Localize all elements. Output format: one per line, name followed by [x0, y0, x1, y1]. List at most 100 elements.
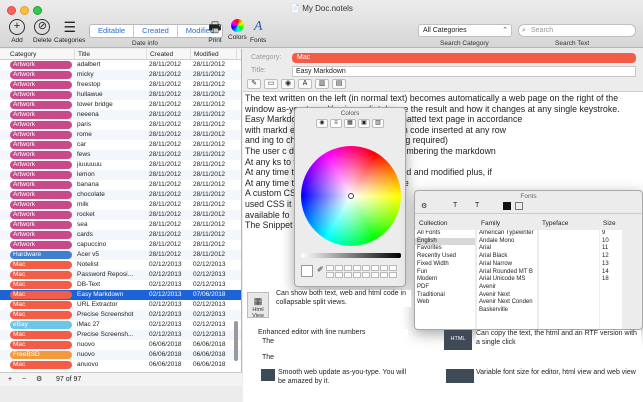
table-row[interactable]: Artwork cards 28/11/2012 28/11/2012	[0, 230, 241, 240]
table-row[interactable]: Artwork micky 28/11/2012 28/11/2012	[0, 70, 241, 80]
collection-item[interactable]: PDF	[415, 284, 475, 292]
familie-item[interactable]: Arial Rounded MT B	[477, 269, 537, 277]
familie-item[interactable]: Avenir Next	[477, 292, 537, 300]
size-item[interactable]: 12	[600, 253, 622, 261]
color-swatch-grid[interactable]	[326, 265, 397, 278]
typeface-list[interactable]	[539, 230, 599, 329]
collection-item[interactable]: Fixed Width	[415, 261, 475, 269]
collection-item[interactable]: Fun	[415, 269, 475, 277]
size-item[interactable]: 18	[600, 276, 622, 284]
gear-icon[interactable]: ⚙	[36, 373, 42, 386]
add-button[interactable]: + Add	[9, 19, 25, 44]
columns-icon[interactable]: ▤	[332, 79, 346, 89]
table-row[interactable]: eBay iMac 27 02/12/2013 02/12/2013	[0, 320, 241, 330]
category-field[interactable]: Mac	[292, 53, 636, 63]
segment-editable[interactable]: Editable	[90, 25, 135, 37]
familie-item[interactable]: Avenir	[477, 284, 537, 292]
table-row[interactable]: Artwork jiuuuuuu 28/11/2012 28/11/2012	[0, 160, 241, 170]
strikethrough-icon[interactable]: T	[475, 202, 479, 209]
table-row[interactable]: Mac Precise Screenshot 02/12/2013 02/12/201…	[0, 310, 241, 320]
table-row[interactable]: Artwork rome 28/11/2012 28/11/2012	[0, 130, 241, 140]
familie-item[interactable]: Baskerville	[477, 307, 537, 315]
add-row-button[interactable]: +	[8, 373, 12, 386]
header-created[interactable]: Created	[147, 49, 191, 59]
familie-item[interactable]: Arial Unicode MS	[477, 276, 537, 284]
collection-item[interactable]: Modern	[415, 276, 475, 284]
size-item[interactable]: 10	[600, 238, 622, 246]
collection-item[interactable]: Recently Used	[415, 253, 475, 261]
table-row[interactable]: Artwork paris 28/11/2012 28/11/2012	[0, 120, 241, 130]
header-modified[interactable]: Modified	[191, 49, 237, 59]
table-row[interactable]: Mac DB-Text 02/12/2013 02/12/2013	[0, 280, 241, 290]
text-color-icon[interactable]	[503, 202, 511, 210]
date-segmented-control[interactable]: Editable Created Modified	[89, 24, 224, 38]
familie-item[interactable]: Avenir Next Conden	[477, 299, 537, 307]
table-row[interactable]: Mac Password Reposi... 02/12/2013 02/12/201…	[0, 270, 241, 280]
color-wheel[interactable]	[301, 146, 401, 246]
table-row[interactable]: Mac nuovo 06/06/2018 06/06/2018	[0, 340, 241, 350]
pencil-icon[interactable]: ✎	[247, 79, 261, 89]
family-list[interactable]: American Typewriter Andale Mono Arial Arial…	[477, 230, 537, 329]
collection-item[interactable]: English	[415, 237, 475, 246]
print-button[interactable]: 🖶 Print	[207, 19, 223, 44]
size-item[interactable]: 14	[600, 269, 622, 277]
familie-item[interactable]: Andale Mono	[477, 238, 537, 246]
table-row[interactable]: Mac Precise Screensh... 02/12/2013 02/12/20…	[0, 330, 241, 340]
size-item[interactable]: 9	[600, 230, 622, 238]
eyedropper-icon[interactable]: ✐	[317, 265, 324, 274]
palette-tab-icon[interactable]: ▦	[344, 119, 356, 128]
size-item[interactable]: 11	[600, 245, 622, 253]
delete-button[interactable]: ⊘ Delete	[33, 19, 52, 44]
table-row[interactable]: Mac anuovo 06/06/2018 06/06/2018	[0, 360, 241, 370]
familie-item[interactable]: Arial	[477, 245, 537, 253]
doc-color-icon[interactable]	[515, 202, 523, 210]
table-row[interactable]: Artwork chocolate 28/11/2012 28/11/2012	[0, 190, 241, 200]
familie-item[interactable]: Arial Black	[477, 253, 537, 261]
image-tab-icon[interactable]: ▣	[358, 119, 370, 128]
segment-created[interactable]: Created	[134, 25, 178, 37]
collection-list[interactable]: All Fonts English Favorites Recently Used Fi…	[415, 230, 475, 329]
fonts-button[interactable]: A Fonts	[250, 19, 266, 44]
table-row[interactable]: Artwork lemon 28/11/2012 28/11/2012	[0, 170, 241, 180]
familie-item[interactable]: Arial Narrow	[477, 261, 537, 269]
category-select[interactable]: All Categories	[418, 24, 512, 37]
table-row[interactable]: FreeBSD nuovo 06/06/2018 06/06/2018	[0, 350, 241, 360]
table-row[interactable]: Artwork hullawue 28/11/2012 28/11/2012	[0, 90, 241, 100]
collection-item[interactable]: All Fonts	[415, 230, 475, 238]
gear-icon[interactable]: ⚙	[421, 202, 427, 210]
table-row[interactable]: Artwork freestop 28/11/2012 28/11/2012	[0, 80, 241, 90]
search-input[interactable]: ⌕ Search	[518, 24, 636, 37]
categories-button[interactable]: ☰ Categories	[54, 19, 85, 44]
remove-row-button[interactable]: −	[22, 373, 26, 386]
table-row[interactable]: Mac URL Extractor 02/12/2013 02/12/2013	[0, 300, 241, 310]
table-row[interactable]: Artwork milk 28/11/2012 28/11/2012	[0, 200, 241, 210]
split-view-icon[interactable]: ▥	[315, 79, 329, 89]
table-row[interactable]: Artwork capuccino 28/11/2012 28/11/2012	[0, 240, 241, 250]
table-row[interactable]: Mac Easy Markdown 02/12/2013 07/06/2018	[0, 290, 241, 300]
color-icon[interactable]: ◉	[281, 79, 295, 89]
current-color-swatch[interactable]	[301, 265, 313, 277]
table-row[interactable]: Artwork sea 28/11/2012 28/11/2012	[0, 220, 241, 230]
table-row[interactable]: Mac Notelist 02/12/2013 02/12/2013	[0, 260, 241, 270]
brightness-slider[interactable]	[301, 253, 401, 258]
header-title[interactable]: Title	[75, 49, 147, 59]
font-icon[interactable]: A	[298, 79, 312, 89]
collection-item[interactable]: Traditional	[415, 292, 475, 300]
underline-icon[interactable]: T	[453, 202, 457, 209]
color-wheel-tab-icon[interactable]: ◉	[316, 119, 328, 128]
color-picker-handle[interactable]	[348, 193, 354, 199]
monitor-icon[interactable]: ▭	[264, 79, 278, 89]
table-row[interactable]: Artwork banana 28/11/2012 28/11/2012	[0, 180, 241, 190]
familie-item[interactable]: American Typewriter	[477, 230, 537, 238]
table-row[interactable]: Artwork neeena 28/11/2012 28/11/2012	[0, 110, 241, 120]
size-item[interactable]: 13	[600, 261, 622, 269]
pencils-tab-icon[interactable]: ▥	[372, 119, 384, 128]
collection-item[interactable]: Favorites	[415, 245, 475, 253]
colors-button[interactable]: Colors	[228, 19, 247, 41]
table-scrollbar[interactable]	[234, 321, 238, 361]
table-row[interactable]: Artwork tower bridge 28/11/2012 28/11/2012	[0, 100, 241, 110]
table-row[interactable]: Artwork rocket 28/11/2012 28/11/2012	[0, 210, 241, 220]
header-category[interactable]: Category	[0, 49, 75, 59]
collection-item[interactable]: Web	[415, 299, 475, 307]
size-list[interactable]: 9 10 11 12 13 14 18	[600, 230, 622, 329]
